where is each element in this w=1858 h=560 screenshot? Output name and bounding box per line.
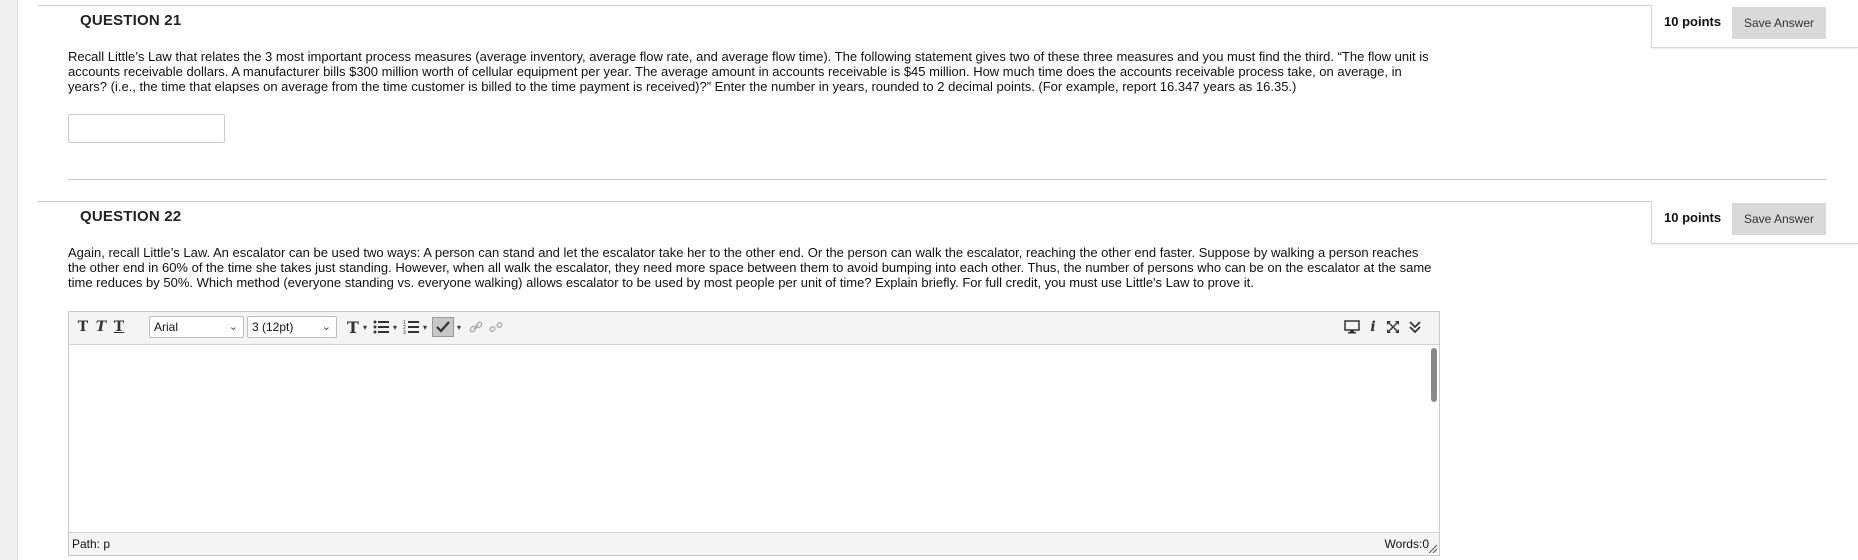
question-22-save-button[interactable]: Save Answer <box>1732 203 1826 235</box>
collapse-icon[interactable] <box>1406 317 1424 337</box>
left-gutter <box>0 0 18 560</box>
section-rule <box>38 201 1858 202</box>
editor-scrollbar[interactable] <box>1431 348 1437 402</box>
fullscreen-icon[interactable] <box>1384 317 1402 337</box>
dropdown-arrow-icon[interactable]: ▾ <box>455 317 463 337</box>
editor-statusbar: Path: p Words:0 <box>69 532 1439 555</box>
question-22-title: QUESTION 22 <box>80 208 182 225</box>
question-21-text: Recall Little’s Law that relates the 3 m… <box>68 49 1429 94</box>
font-family-value: Arial <box>154 320 179 334</box>
question-21-points-panel: 10 points Save Answer <box>1651 5 1858 48</box>
editor-path: Path: p <box>72 537 111 551</box>
question-22-text: Again, recall Little’s Law. An escalator… <box>68 245 1432 290</box>
editor-text-area[interactable] <box>69 344 1439 533</box>
question-22-rich-text-editor: T T T Arial ⌄ 3 (12pt) ⌄ T ▾ ▾ 123 ▾ ▾ i… <box>68 311 1440 556</box>
chevron-down-icon: ⌄ <box>321 321 331 333</box>
editor-toolbar: T T T Arial ⌄ 3 (12pt) ⌄ T ▾ ▾ 123 ▾ ▾ i <box>69 312 1439 345</box>
question-22-points: 10 points <box>1664 210 1722 225</box>
spellcheck-icon[interactable] <box>432 317 454 337</box>
question-22-points-panel: 10 points Save Answer <box>1651 201 1858 244</box>
section-rule <box>38 5 1858 6</box>
bullet-list-icon[interactable] <box>371 317 391 337</box>
unlink-icon[interactable] <box>487 317 505 337</box>
preview-icon[interactable] <box>1342 317 1362 337</box>
font-family-select[interactable]: Arial ⌄ <box>149 316 244 338</box>
chevron-down-icon: ⌄ <box>228 321 238 333</box>
underline-t-icon[interactable]: T <box>111 317 127 337</box>
info-icon[interactable]: i <box>1366 317 1380 337</box>
word-count: Words:0 <box>1384 537 1429 551</box>
bold-t-icon[interactable]: T <box>75 317 91 337</box>
numbered-list-icon[interactable]: 123 <box>401 317 421 337</box>
question-21-title: QUESTION 21 <box>80 12 182 29</box>
dropdown-arrow-icon[interactable]: ▾ <box>391 317 399 337</box>
italic-t-icon[interactable]: T <box>93 317 109 337</box>
resize-handle-icon[interactable] <box>1428 544 1438 554</box>
font-size-value: 3 (12pt) <box>252 320 294 334</box>
question-divider <box>68 179 1826 180</box>
dropdown-arrow-icon[interactable]: ▾ <box>421 317 429 337</box>
text-color-icon[interactable]: T <box>345 317 361 337</box>
question-21-points: 10 points <box>1664 14 1722 29</box>
font-size-select[interactable]: 3 (12pt) ⌄ <box>247 316 337 338</box>
dropdown-arrow-icon[interactable]: ▾ <box>361 317 369 337</box>
link-icon[interactable] <box>467 317 485 337</box>
svg-text:3: 3 <box>403 330 406 334</box>
question-21-answer-field[interactable] <box>68 114 225 143</box>
question-21-save-button[interactable]: Save Answer <box>1732 7 1826 39</box>
